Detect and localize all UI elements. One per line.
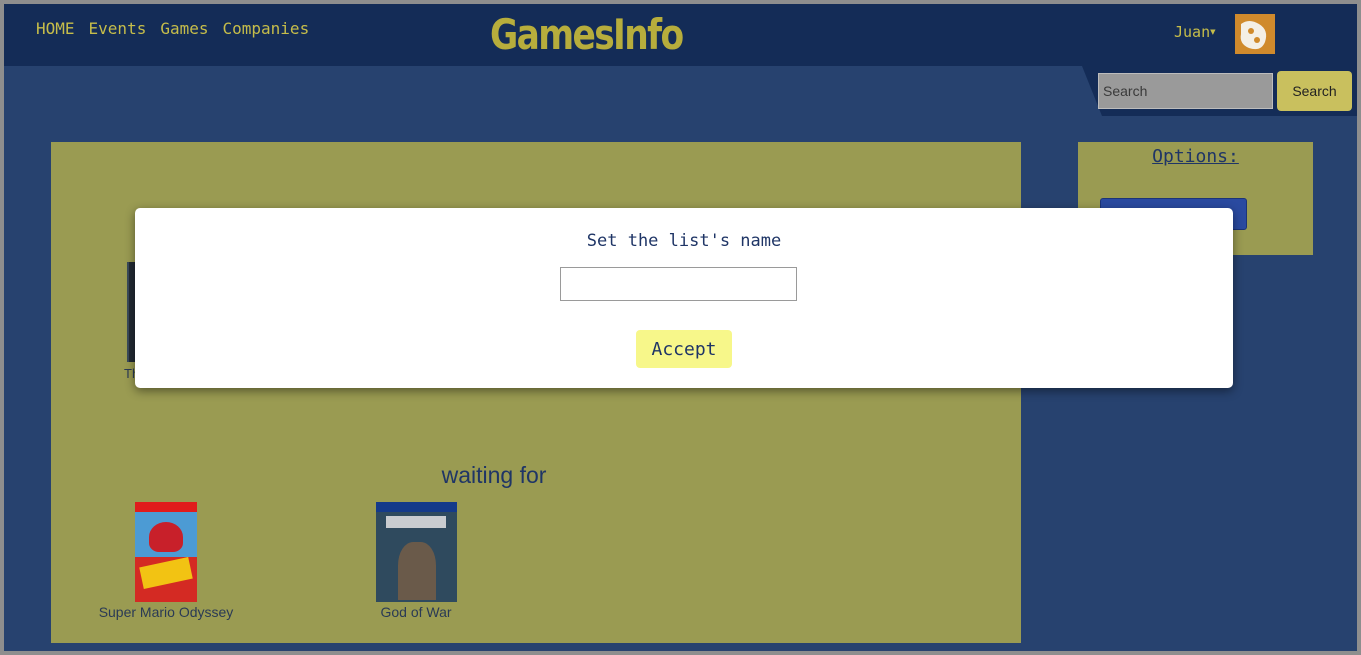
game-card[interactable]: Super Mario Odyssey [91, 502, 241, 620]
game-card[interactable]: God of War [356, 502, 476, 620]
game-cover-image[interactable] [135, 502, 197, 602]
avatar-image [1235, 14, 1275, 54]
modal-title: Set the list's name [586, 231, 782, 251]
options-title: Options: [1152, 146, 1239, 167]
nav-events-link[interactable]: Events [89, 19, 147, 38]
list-name-modal: Set the list's name Accept [135, 208, 1233, 388]
list-name-input[interactable] [560, 267, 797, 301]
user-name: Juan [1174, 23, 1211, 41]
page-frame: HOME Events Games Companies GamesInfo Ju… [4, 4, 1357, 651]
nav-games-link[interactable]: Games [160, 19, 208, 38]
game-title[interactable]: God of War [356, 604, 476, 620]
user-menu[interactable]: Juan▼ [1174, 23, 1216, 41]
main-nav: HOME Events Games Companies [36, 19, 309, 38]
search-input[interactable] [1098, 73, 1273, 109]
game-title[interactable]: Super Mario Odyssey [91, 604, 241, 620]
nav-companies-link[interactable]: Companies [223, 19, 310, 38]
search-button[interactable]: Search [1277, 71, 1352, 111]
site-logo[interactable]: GamesInfo [490, 10, 684, 60]
accept-button[interactable]: Accept [636, 330, 732, 368]
nav-home-link[interactable]: HOME [36, 19, 75, 38]
section-title: waiting for [441, 462, 547, 488]
top-navbar: HOME Events Games Companies GamesInfo Ju… [4, 4, 1357, 66]
game-cover-image[interactable] [375, 502, 457, 602]
avatar[interactable] [1235, 14, 1275, 54]
caret-down-icon: ▼ [1210, 27, 1216, 38]
logo-text: GamesInfo [490, 10, 684, 59]
